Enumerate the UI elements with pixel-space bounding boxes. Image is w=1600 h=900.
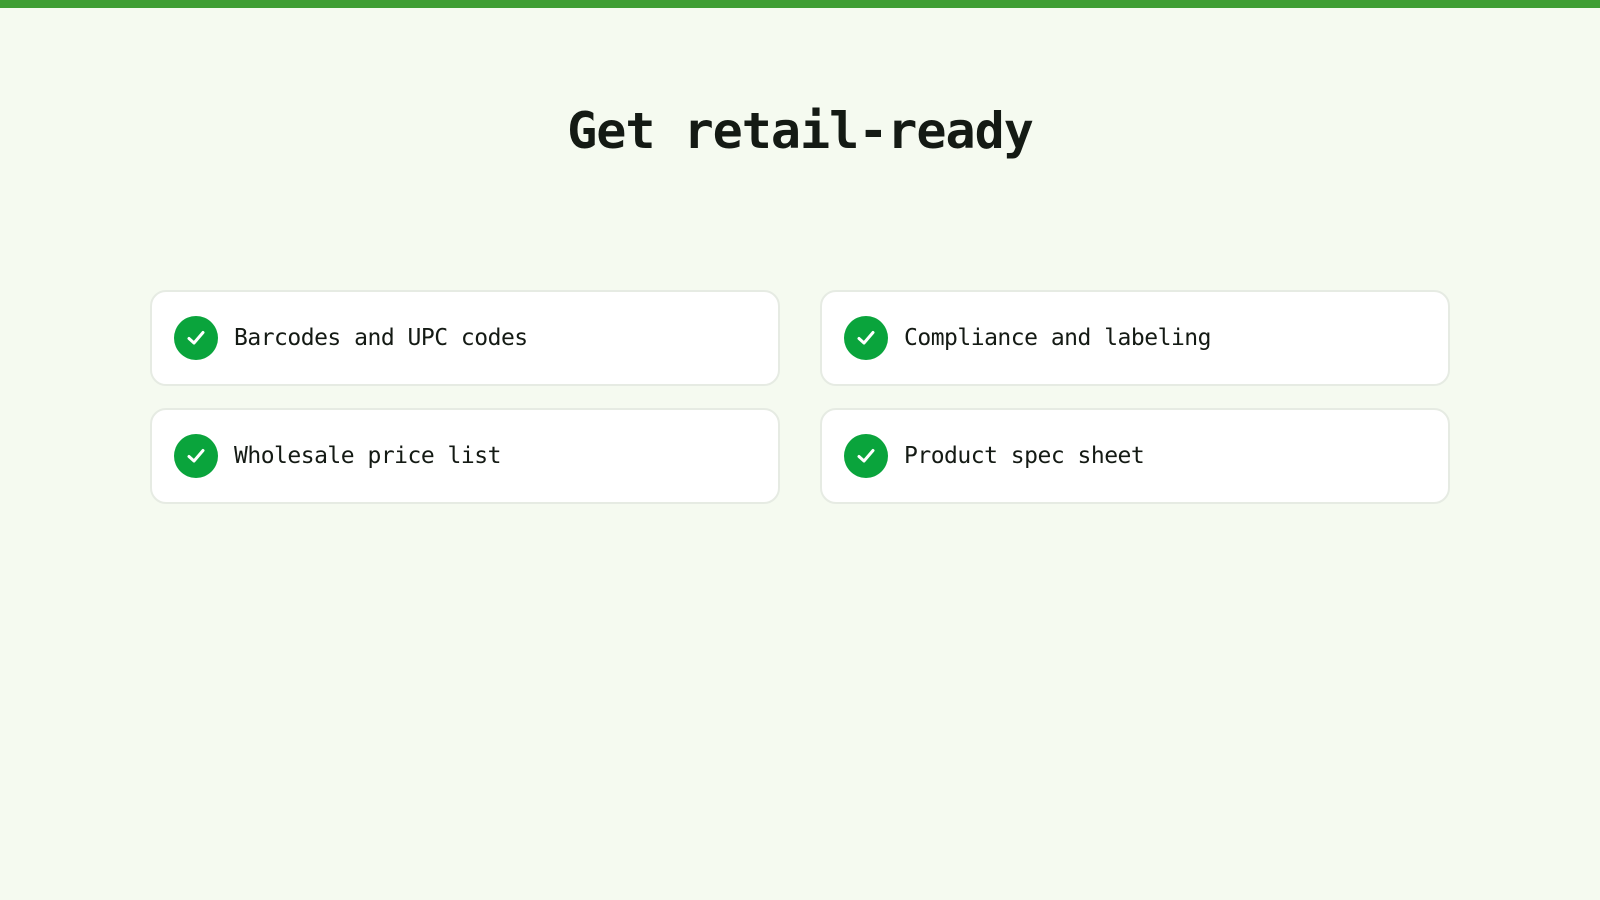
check-circle-icon bbox=[844, 434, 888, 478]
checklist-item-barcodes: Barcodes and UPC codes bbox=[150, 290, 780, 386]
checklist-item-compliance: Compliance and labeling bbox=[820, 290, 1450, 386]
check-circle-icon bbox=[174, 316, 218, 360]
checklist-item-product-spec-sheet: Product spec sheet bbox=[820, 408, 1450, 504]
check-circle-icon bbox=[174, 434, 218, 478]
checklist-item-label: Barcodes and UPC codes bbox=[234, 325, 528, 351]
check-circle-icon bbox=[844, 316, 888, 360]
page-title: Get retail-ready bbox=[567, 102, 1034, 160]
checklist-item-wholesale-price-list: Wholesale price list bbox=[150, 408, 780, 504]
checklist-item-label: Wholesale price list bbox=[234, 443, 501, 469]
retail-checklist: Barcodes and UPC codes Compliance and la… bbox=[150, 290, 1450, 504]
top-accent-bar bbox=[0, 0, 1600, 8]
checklist-item-label: Product spec sheet bbox=[904, 443, 1145, 469]
checklist-item-label: Compliance and labeling bbox=[904, 325, 1212, 351]
